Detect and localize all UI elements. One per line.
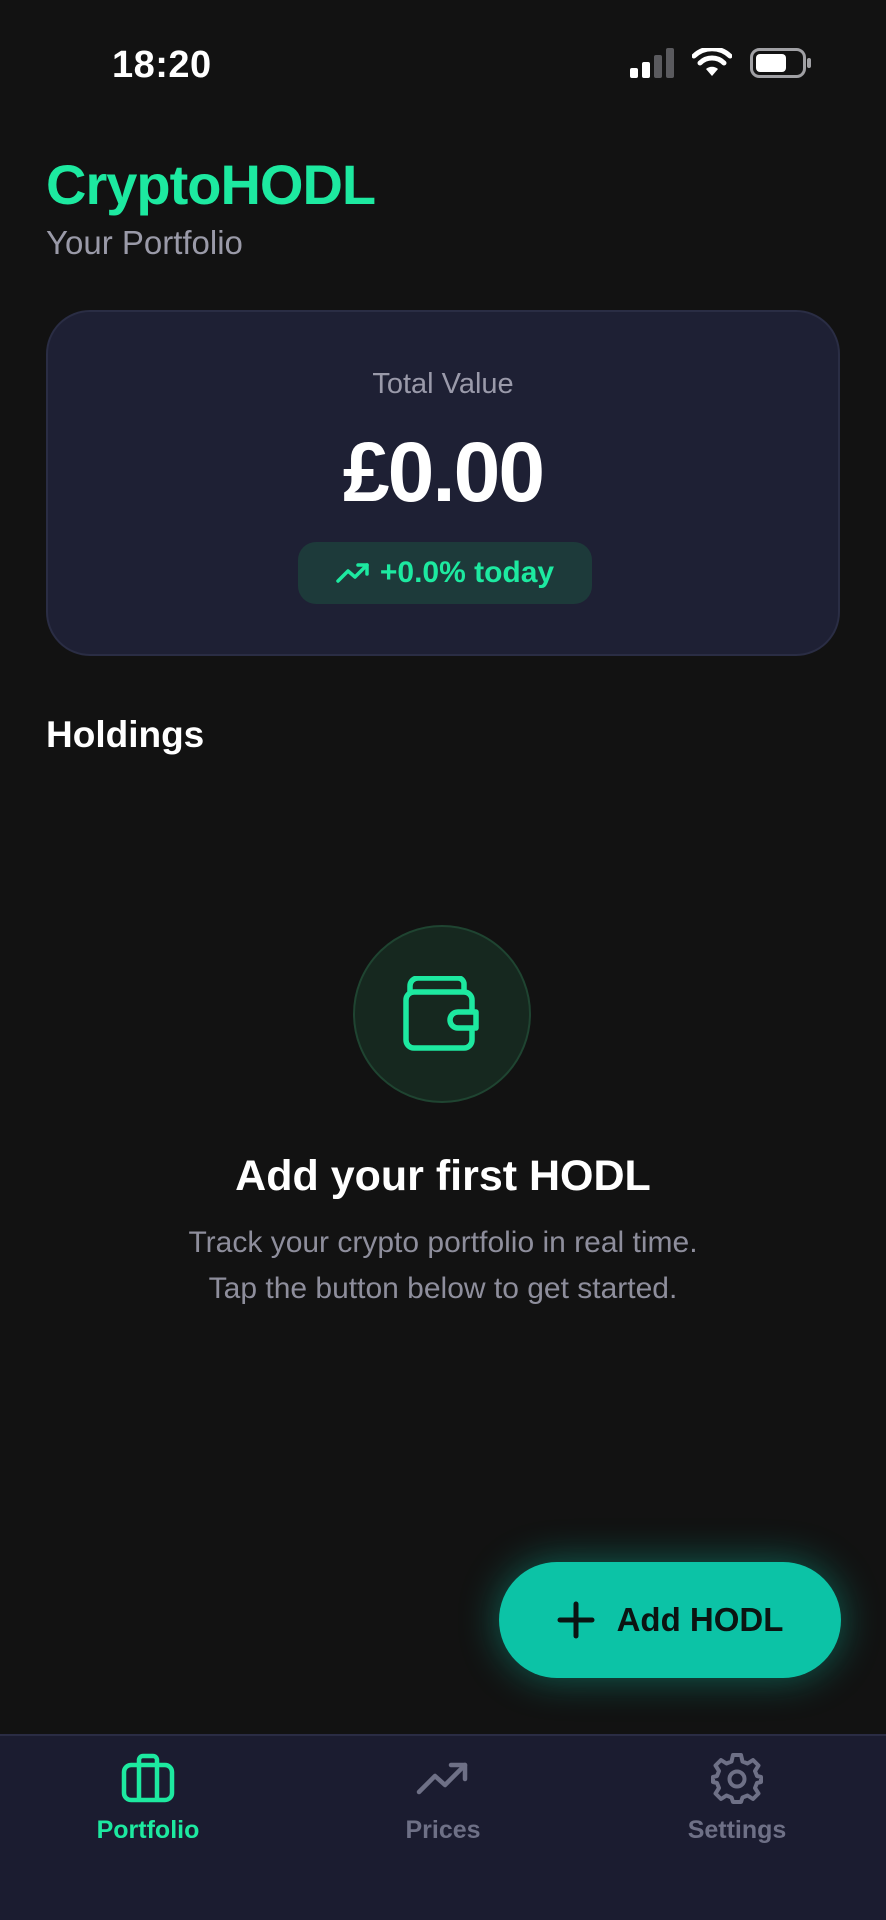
add-hodl-label: Add HODL <box>616 1601 784 1638</box>
cellular-signal-icon <box>630 48 674 78</box>
empty-state-title: Add your first HODL <box>235 1152 651 1200</box>
add-hodl-button[interactable]: Add HODL <box>499 1562 841 1678</box>
status-time: 18:20 <box>112 44 212 86</box>
bottom-nav: Portfolio Prices Settings <box>0 1734 886 1920</box>
battery-icon <box>750 48 811 78</box>
empty-state-icon-circle <box>353 925 531 1103</box>
briefcase-icon <box>121 1753 175 1803</box>
daily-change-badge: +0.0% today <box>298 542 592 604</box>
tab-portfolio[interactable]: Portfolio <box>38 1750 258 1845</box>
empty-state-description-line-1: Track your crypto portfolio in real time… <box>188 1226 698 1259</box>
status-icons <box>630 48 812 78</box>
total-value-label: Total Value <box>372 368 514 400</box>
tab-settings[interactable]: Settings <box>627 1750 847 1845</box>
wifi-icon <box>692 48 732 76</box>
trending-up-icon <box>336 563 369 583</box>
total-value-card: Total Value £0.00 +0.0% today <box>46 310 840 656</box>
tab-settings-label: Settings <box>687 1816 787 1844</box>
app-title: CryptoHODL <box>46 153 376 216</box>
trending-up-icon <box>416 1762 468 1795</box>
tab-prices-label: Prices <box>405 1816 481 1844</box>
total-value-amount: £0.00 <box>342 425 545 519</box>
plus-icon <box>557 1601 595 1639</box>
tab-prices[interactable]: Prices <box>333 1750 553 1845</box>
tab-portfolio-label: Portfolio <box>96 1816 200 1844</box>
daily-change-text: +0.0% today <box>379 556 555 589</box>
empty-state-description-line-2: Tap the button below to get started. <box>208 1272 678 1305</box>
holdings-title: Holdings <box>46 714 205 755</box>
app-subtitle: Your Portfolio <box>46 224 243 261</box>
wallet-icon <box>403 976 479 1051</box>
gear-icon <box>711 1753 763 1804</box>
portfolio-screen: 18:20 CryptoHODL Your Portfolio Total Va… <box>0 0 886 1920</box>
